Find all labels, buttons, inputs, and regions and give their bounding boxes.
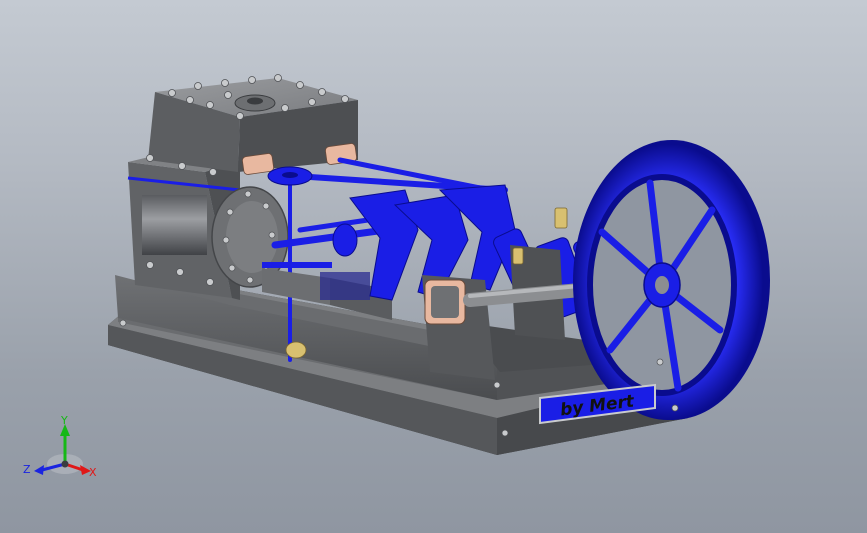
x-axis-label: X <box>89 466 97 479</box>
governor-spider[interactable] <box>267 166 313 186</box>
flywheel[interactable] <box>573 140 770 420</box>
y-axis-label: Y <box>60 414 68 427</box>
steam-engine-model[interactable]: by Mert Y X Z <box>0 0 867 533</box>
z-axis-label: Z <box>23 463 31 476</box>
cylinder-barrel <box>142 195 207 255</box>
orientation-triad: Y X Z <box>23 414 97 479</box>
cad-viewport[interactable]: by Mert Y X Z <box>0 0 867 533</box>
